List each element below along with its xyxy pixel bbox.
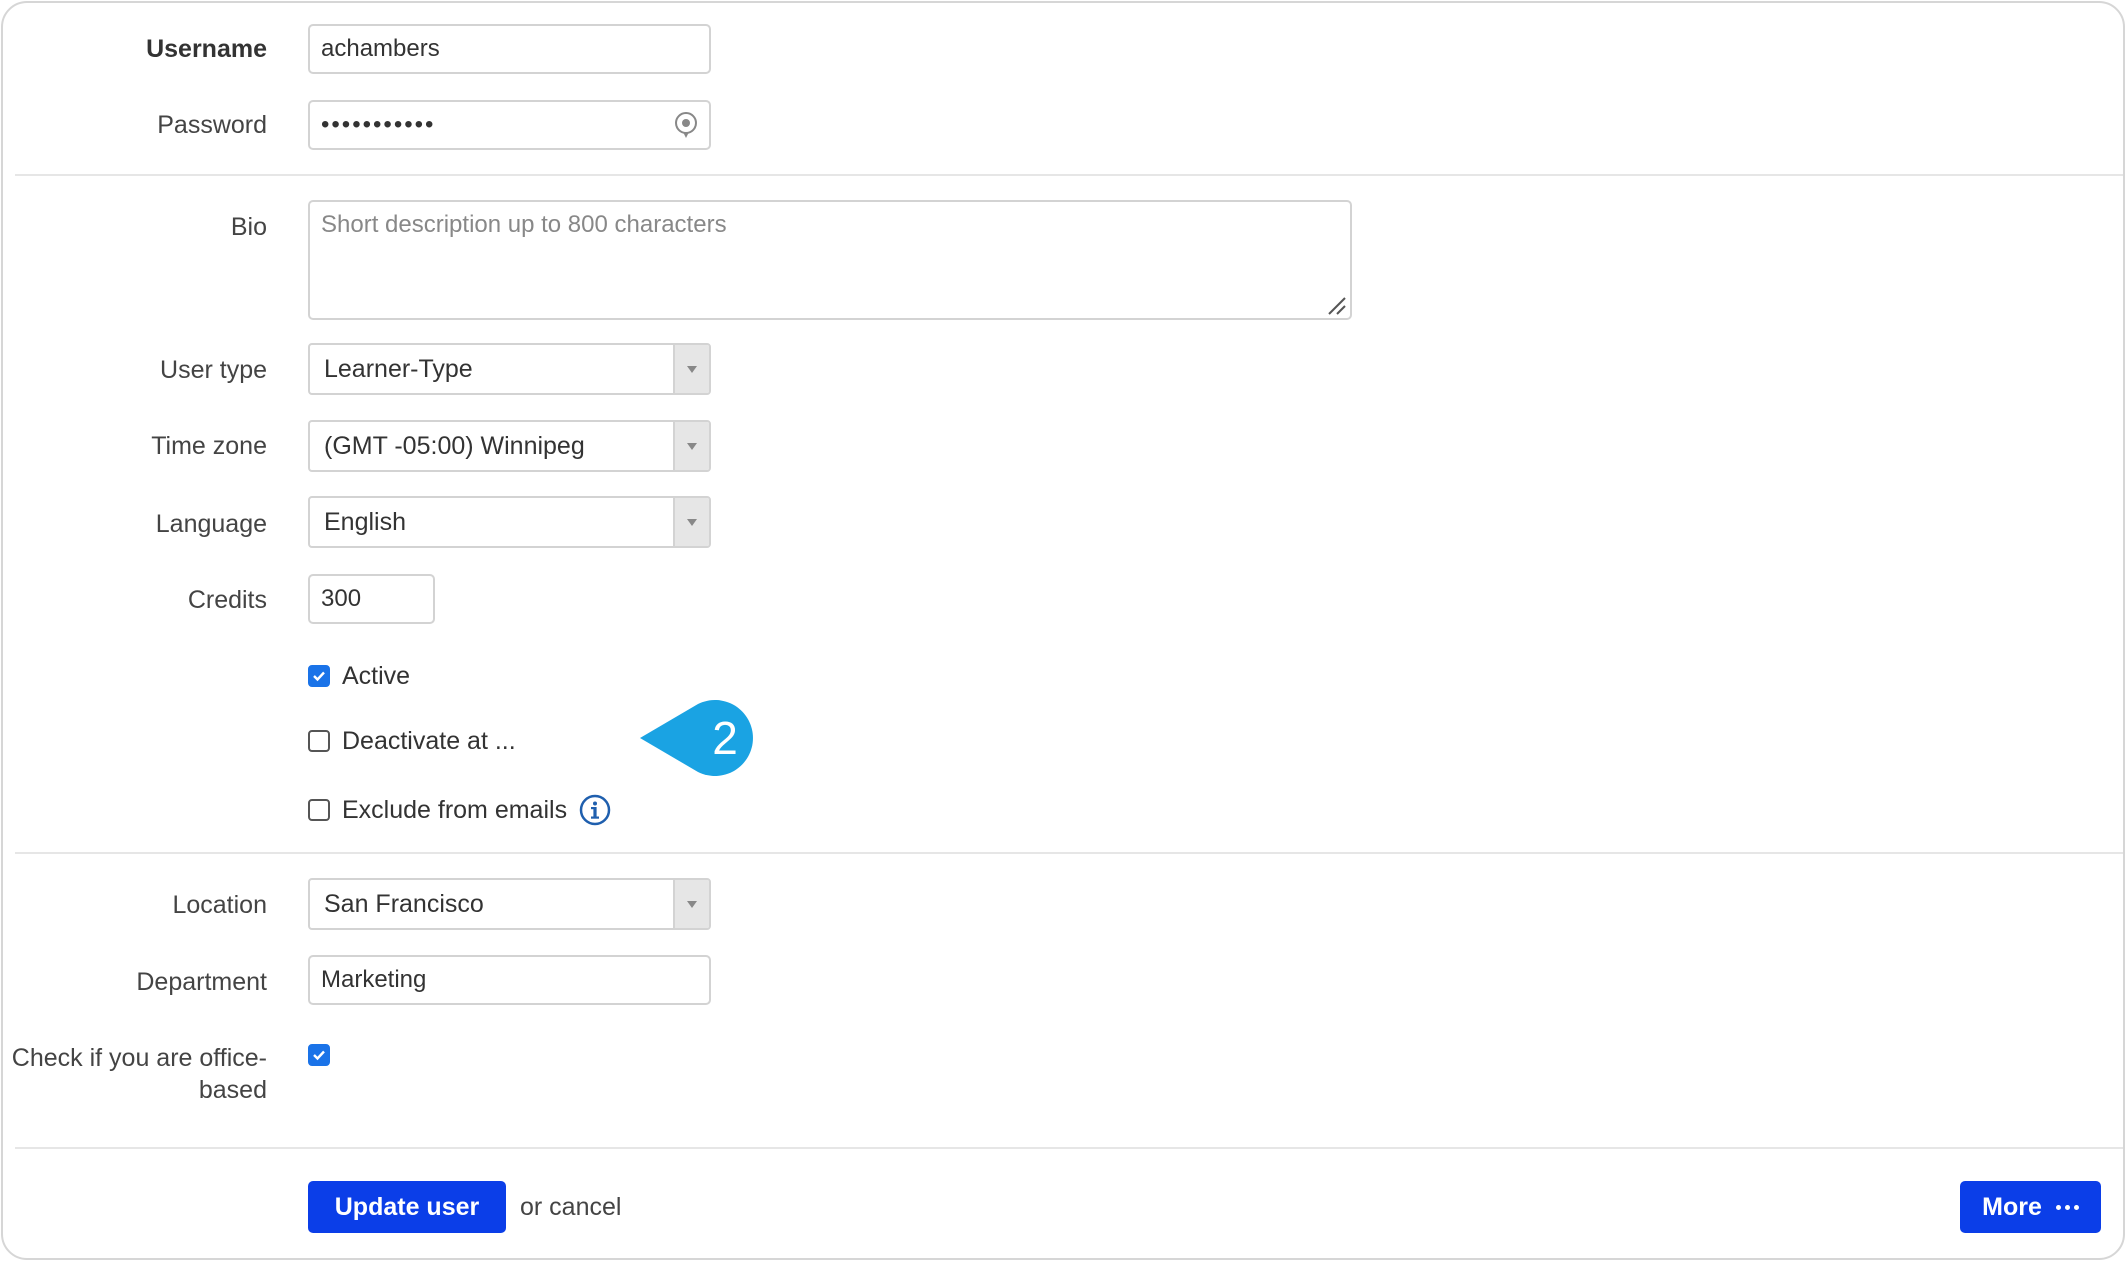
location-select[interactable]: San Francisco — [308, 878, 711, 930]
user-type-select[interactable]: Learner-Type — [308, 343, 711, 395]
active-label: Active — [342, 661, 411, 690]
show-password-icon[interactable] — [671, 110, 701, 140]
password-mask: ••••••••••• — [321, 111, 436, 138]
department-label: Department — [136, 968, 267, 996]
exclude-emails-checkbox-row[interactable]: Exclude from emails — [308, 794, 611, 826]
chevron-down-icon[interactable] — [673, 498, 709, 546]
location-value: San Francisco — [324, 890, 484, 918]
cancel-link[interactable]: or cancel — [520, 1191, 621, 1223]
section-divider — [15, 1147, 2123, 1149]
chevron-down-icon[interactable] — [673, 880, 709, 928]
update-user-button[interactable]: Update user — [308, 1181, 506, 1233]
time-zone-select[interactable]: (GMT -05:00) Winnipeg — [308, 420, 711, 472]
deactivate-checkbox-row[interactable]: Deactivate at ... — [308, 725, 516, 757]
deactivate-label: Deactivate at ... — [342, 726, 516, 755]
language-select[interactable]: English — [308, 496, 711, 548]
time-zone-value: (GMT -05:00) Winnipeg — [324, 432, 585, 460]
deactivate-checkbox[interactable] — [308, 730, 330, 752]
credits-label: Credits — [187, 586, 267, 614]
exclude-emails-label: Exclude from emails — [342, 795, 568, 824]
active-checkbox[interactable] — [308, 665, 330, 687]
password-input[interactable]: ••••••••••• — [308, 100, 711, 150]
checkmark-icon — [313, 1050, 325, 1061]
user-type-label: User type — [160, 356, 267, 384]
password-label: Password — [157, 111, 267, 139]
office-based-label: Check if you are office-based — [11, 1044, 267, 1104]
section-divider — [15, 852, 2123, 854]
update-user-label: Update user — [334, 1192, 480, 1221]
username-input[interactable] — [308, 24, 711, 74]
more-label: More — [1982, 1192, 2042, 1221]
section-divider — [15, 174, 2123, 176]
textarea-resize-handle-icon[interactable] — [1325, 294, 1347, 316]
active-checkbox-row[interactable]: Active — [308, 660, 410, 692]
department-input[interactable] — [308, 955, 711, 1005]
chevron-down-icon[interactable] — [673, 422, 709, 470]
time-zone-label: Time zone — [151, 432, 267, 460]
office-based-checkbox[interactable] — [308, 1044, 330, 1066]
more-button[interactable]: More — [1960, 1181, 2101, 1233]
checkmark-icon — [313, 671, 325, 682]
language-label: Language — [155, 510, 267, 538]
exclude-emails-checkbox[interactable] — [308, 799, 330, 821]
step-callout-number: 2 — [712, 712, 738, 764]
more-dots-icon — [2055, 1204, 2079, 1210]
bio-textarea[interactable] — [308, 200, 1352, 320]
bio-label: Bio — [230, 213, 267, 241]
credits-input[interactable] — [308, 574, 435, 624]
username-label: Username — [146, 35, 267, 63]
info-icon[interactable] — [579, 794, 611, 826]
chevron-down-icon[interactable] — [673, 345, 709, 393]
location-label: Location — [172, 891, 267, 919]
user-type-value: Learner-Type — [324, 355, 473, 383]
language-value: English — [324, 508, 406, 536]
user-edit-form: Username Password ••••••••••• Bio User t… — [1, 1, 2125, 1260]
